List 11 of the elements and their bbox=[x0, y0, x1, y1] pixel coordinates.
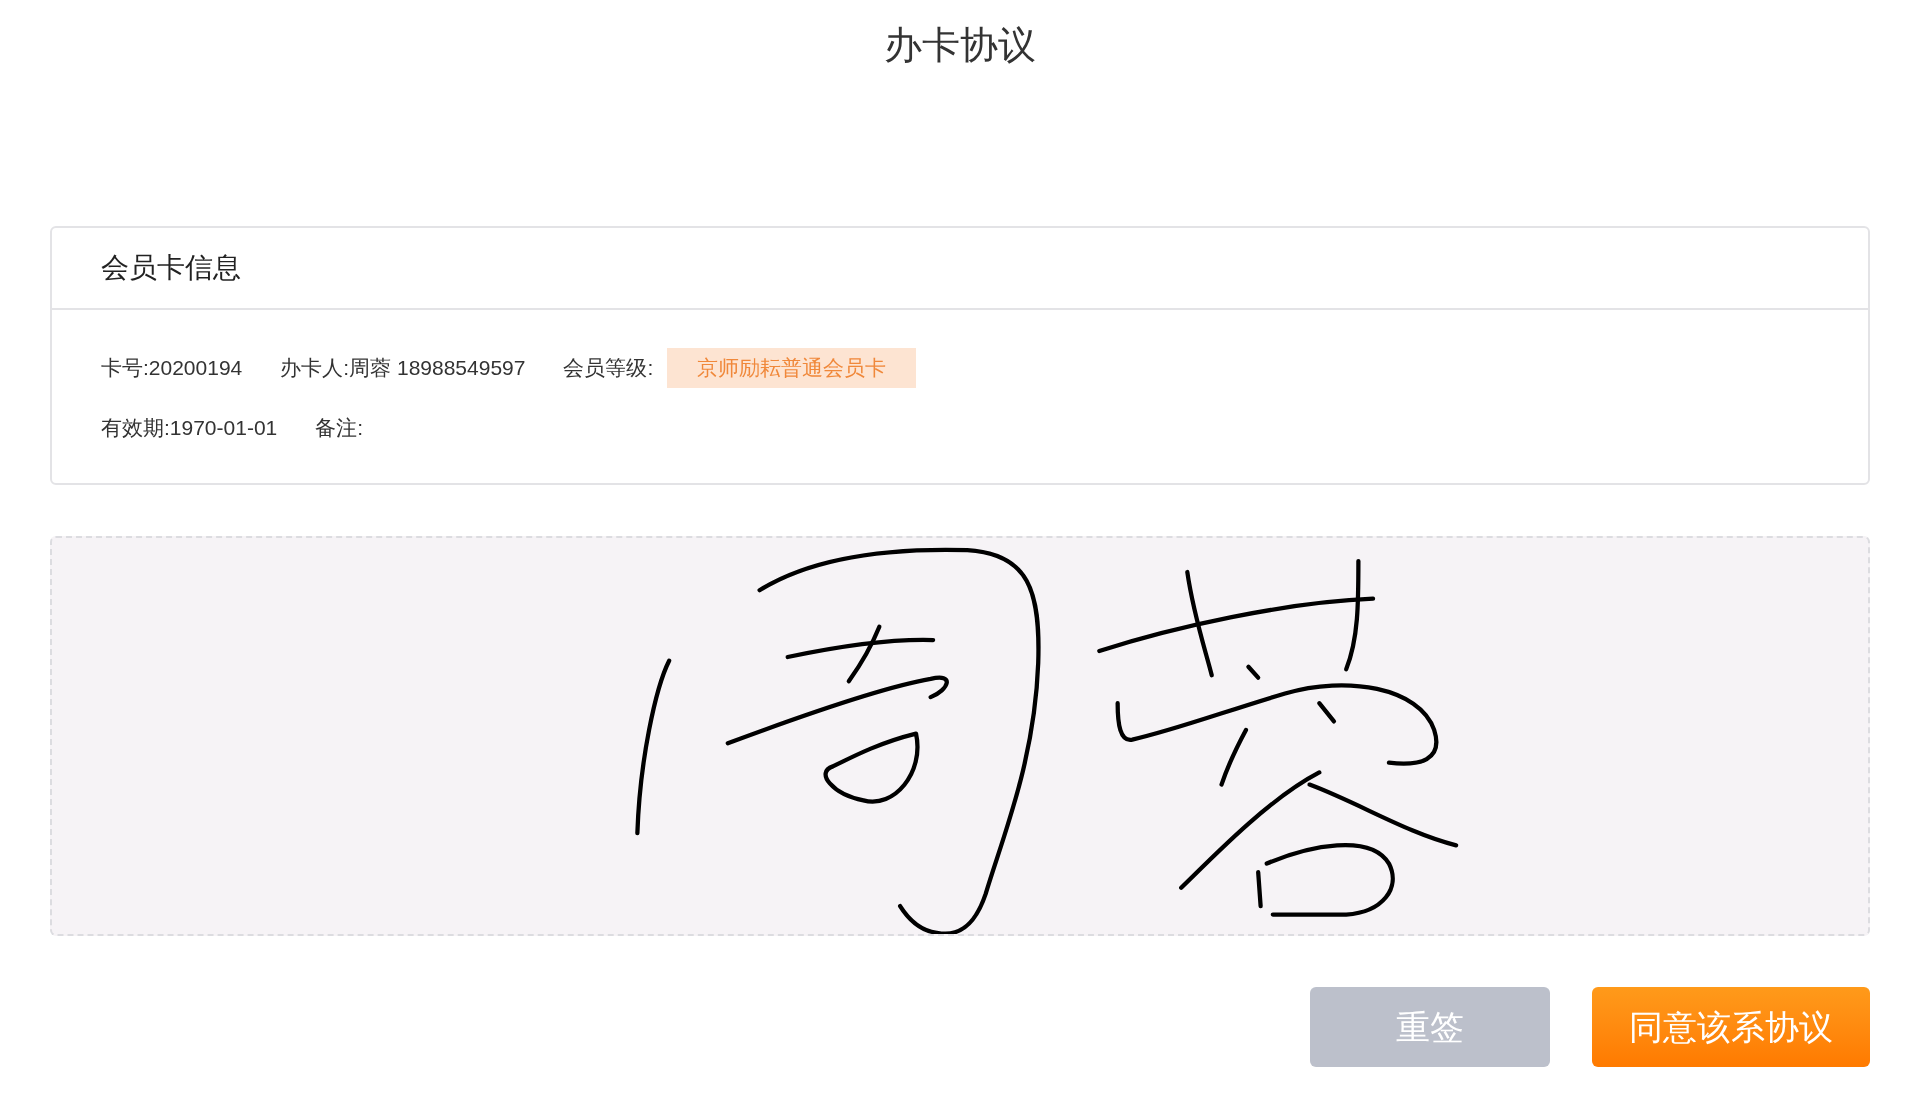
resign-button[interactable]: 重签 bbox=[1310, 987, 1550, 1067]
page-title: 办卡协议 bbox=[884, 23, 1036, 68]
signature-pad[interactable] bbox=[50, 536, 1870, 936]
info-text: 备注: bbox=[315, 415, 364, 442]
agree-button[interactable]: 同意该系协议 bbox=[1592, 987, 1870, 1067]
info-text: 办卡人:周蓉 18988549597 bbox=[280, 355, 526, 382]
card-heading: 会员卡信息 bbox=[101, 251, 241, 285]
level-badge: 京师励耘普通会员卡 bbox=[667, 348, 917, 388]
info-text: 有效期:1970-01-01 bbox=[101, 415, 278, 442]
info-text: 卡号:20200194 bbox=[101, 355, 243, 382]
info-text: 会员等级: bbox=[563, 355, 654, 382]
